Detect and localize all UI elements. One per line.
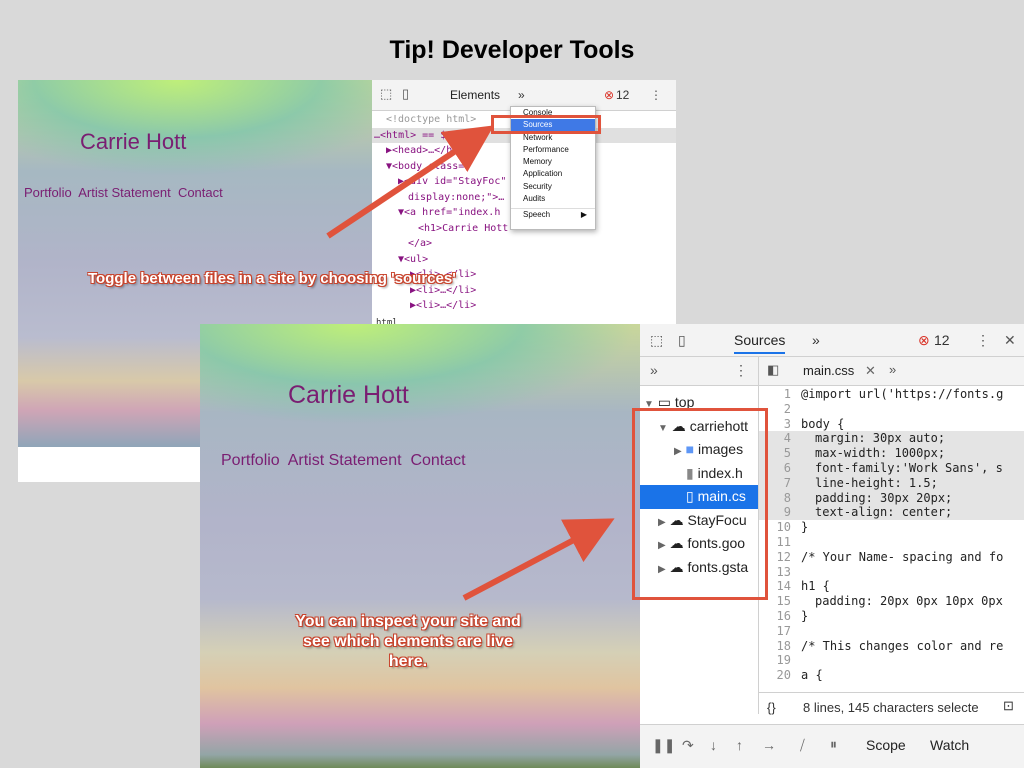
kebab-menu-icon[interactable]: ⋮: [650, 88, 662, 102]
nav-contact[interactable]: Contact: [178, 185, 223, 200]
code-line: padding: 30px 20px;: [815, 490, 953, 505]
nav-portfolio[interactable]: Portfolio: [221, 452, 280, 469]
callout-toggle-sources: Toggle between files in a site by choosi…: [88, 270, 456, 287]
code-line: @import url('https://fonts.g: [801, 387, 1004, 401]
dom-line[interactable]: </a>: [372, 236, 676, 252]
submenu-arrow-icon: ▶: [580, 210, 587, 220]
step-over-icon[interactable]: ↷: [682, 737, 694, 754]
error-icon[interactable]: ⊗: [918, 332, 930, 349]
menu-item-speech[interactable]: Speech ▶: [511, 208, 595, 221]
screenshot-sources-panel: Carrie Hott Portfolio Artist Statement C…: [200, 324, 1024, 768]
line-number: 1: [783, 387, 791, 401]
toggle-navigator-icon[interactable]: ◧: [767, 362, 779, 378]
highlight-box-sources: [491, 115, 601, 134]
step-icon[interactable]: →: [762, 737, 776, 753]
pause-icon[interactable]: ❚❚: [652, 737, 675, 754]
code-line: body {: [801, 416, 845, 431]
site-name[interactable]: Carrie Hott: [288, 381, 409, 410]
code-line: max-width: 1000px;: [815, 446, 946, 461]
navigator-header: » ⋮: [640, 357, 758, 386]
more-files-icon[interactable]: »: [889, 362, 896, 377]
code-line: h1 {: [801, 579, 830, 594]
website-preview-large: Carrie Hott Portfolio Artist Statement C…: [200, 324, 640, 768]
tab-scope[interactable]: Scope: [866, 737, 906, 753]
slide-title: Tip! Developer Tools: [389, 36, 635, 64]
nav-contact[interactable]: Contact: [410, 452, 465, 469]
step-out-icon[interactable]: ↑: [736, 737, 743, 753]
line-number: 19: [776, 653, 791, 668]
menu-item-security[interactable]: Security: [511, 181, 595, 193]
pause-on-exceptions-icon[interactable]: ⏸: [830, 736, 837, 753]
menu-item-speech-label: Speech: [523, 210, 551, 220]
callout-inspect-site: You can inspect your site and see which …: [295, 613, 521, 670]
inspect-icon[interactable]: ⬚: [650, 332, 663, 349]
highlight-box-file-tree: [632, 408, 768, 600]
dom-line[interactable]: ▼<ul>: [372, 252, 676, 268]
selection-status: 8 lines, 145 characters selecte: [803, 700, 979, 715]
line-number: 16: [776, 608, 791, 623]
close-icon[interactable]: ✕: [1004, 332, 1016, 349]
editor-status-bar: {} 8 lines, 145 characters selecte ⊡: [759, 692, 1024, 723]
file-tab-main-css[interactable]: main.css: [803, 363, 854, 378]
debugger-toolbar: ❚❚ ↷ ↓ ↑ → ⧸ ⏸ Scope Watch: [640, 724, 1024, 768]
pretty-print-icon[interactable]: {}: [767, 700, 776, 715]
error-count: 12: [934, 332, 950, 348]
tab-sources[interactable]: Sources: [734, 332, 786, 354]
kebab-menu-icon[interactable]: ⋮: [734, 362, 748, 379]
dom-line[interactable]: ▶<li>…</li>: [372, 298, 676, 314]
code-line: font-family:'Work Sans', s: [815, 460, 1003, 475]
code-line: line-height: 1.5;: [815, 475, 938, 490]
nav-artist-statement[interactable]: Artist Statement: [78, 185, 170, 200]
code-line: }: [801, 608, 809, 623]
deactivate-breakpoints-icon[interactable]: ⧸: [800, 737, 805, 754]
close-tab-icon[interactable]: ✕: [865, 363, 876, 379]
code-line: text-align: center;: [815, 505, 953, 520]
device-icon[interactable]: ▯: [402, 86, 409, 102]
devtools-toolbar: ⬚ ▯ Sources » ⊗ 12 ⋮ ✕: [640, 324, 1024, 357]
inspect-icon[interactable]: ⬚: [380, 86, 392, 102]
line-number: 17: [776, 623, 791, 638]
tab-elements[interactable]: Elements: [450, 88, 500, 102]
error-count: 12: [616, 88, 630, 102]
code-line: margin: 30px auto;: [815, 431, 946, 446]
menu-item-performance[interactable]: Performance: [511, 144, 595, 156]
more-panes-icon[interactable]: »: [650, 362, 658, 378]
kebab-menu-icon[interactable]: ⋮: [976, 332, 990, 349]
line-number: 20: [776, 668, 791, 683]
site-nav: Portfolio Artist Statement Contact: [221, 452, 466, 470]
more-tabs-button[interactable]: »: [812, 332, 820, 348]
site-nav: Portfolio Artist Statement Contact: [24, 185, 223, 200]
nav-portfolio[interactable]: Portfolio: [24, 185, 72, 200]
code-line: padding: 20px 0px 10px 0px: [815, 594, 1003, 609]
code-line: a {: [801, 668, 823, 683]
menu-item-application[interactable]: Application: [511, 168, 595, 180]
error-icon[interactable]: ⊗: [604, 88, 614, 102]
device-icon[interactable]: ▯: [678, 332, 686, 349]
code-lines[interactable]: 1 @import url('https://fonts.g 2 3 body { …: [759, 387, 1024, 683]
code-line: }: [801, 520, 809, 535]
code-line: /* Your Name- spacing and fo: [801, 549, 1004, 564]
coverage-icon[interactable]: ⊡: [1003, 698, 1014, 714]
code-line: /* This changes color and re: [801, 638, 1004, 653]
more-tabs-button[interactable]: »: [518, 88, 525, 102]
nav-artist-statement[interactable]: Artist Statement: [288, 452, 402, 469]
tab-watch[interactable]: Watch: [930, 737, 969, 753]
code-editor: ◧ main.css ✕ » 1 @import url('https://fon…: [759, 357, 1024, 714]
step-into-icon[interactable]: ↓: [710, 737, 717, 753]
editor-tabs: ◧ main.css ✕ »: [759, 357, 1024, 386]
site-name[interactable]: Carrie Hott: [80, 129, 186, 155]
line-number: 18: [776, 638, 791, 653]
menu-item-memory[interactable]: Memory: [511, 156, 595, 168]
menu-item-audits[interactable]: Audits: [511, 193, 595, 205]
